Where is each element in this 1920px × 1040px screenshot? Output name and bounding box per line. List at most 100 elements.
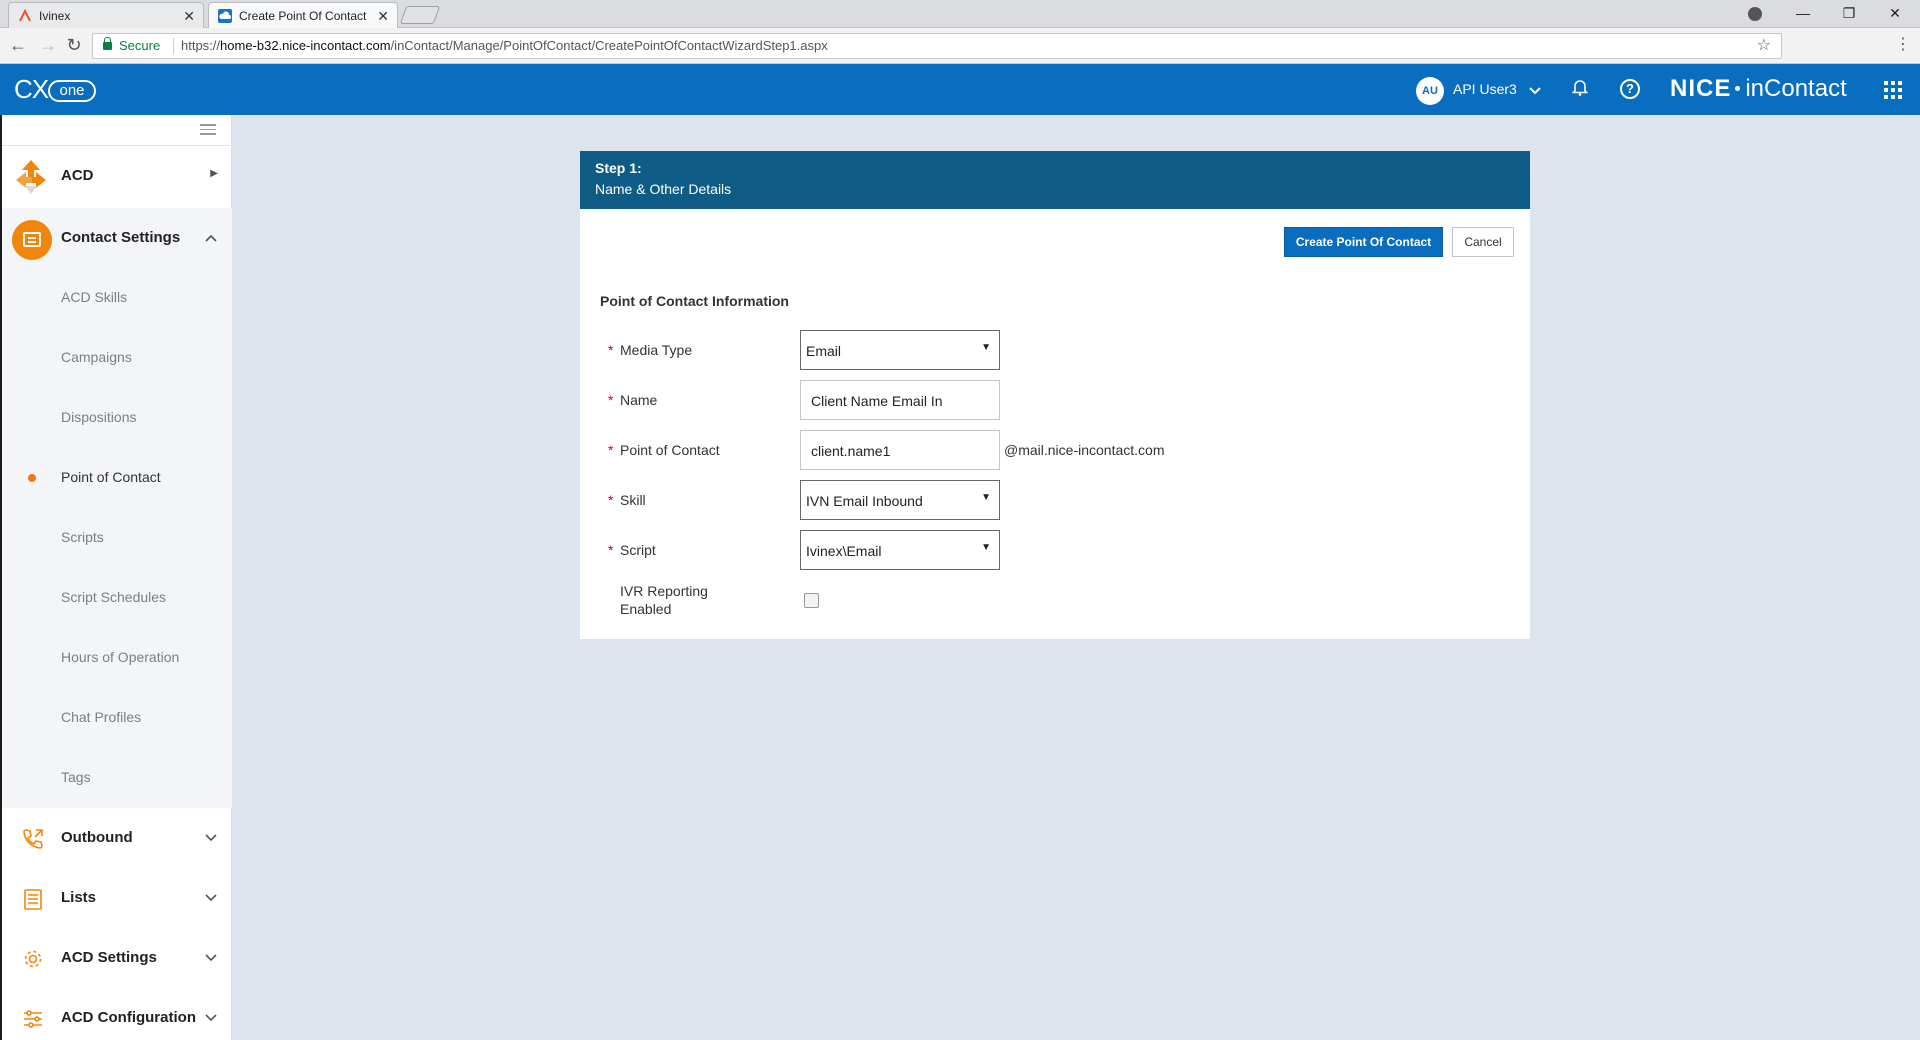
- bell-icon[interactable]: [1572, 78, 1588, 96]
- skill-label: Skill: [620, 492, 646, 508]
- browser-toolbar: ← → ↻ Secure https://home-b32.nice-incon…: [0, 28, 1920, 64]
- required-marker: *: [608, 392, 614, 408]
- ivr-reporting-checkbox[interactable]: [804, 593, 819, 608]
- sidebar-item-label: Point of Contact: [61, 469, 161, 485]
- sidebar-item-label: ACD Settings: [61, 949, 157, 966]
- name-row: * Name Client Name Email In: [580, 380, 1530, 420]
- sidebar-item-acd-configuration[interactable]: ACD Configuration: [2, 988, 232, 1040]
- cancel-button[interactable]: Cancel: [1452, 227, 1514, 257]
- avatar[interactable]: AU: [1416, 77, 1444, 105]
- skill-select[interactable]: IVN Email Inbound ▼: [800, 480, 1000, 520]
- minimize-icon[interactable]: —: [1780, 0, 1826, 28]
- ivinex-favicon-icon: [19, 9, 31, 22]
- bookmark-star-icon[interactable]: ☆: [1757, 34, 1771, 58]
- sidebar-item-label: Lists: [61, 889, 97, 906]
- address-bar[interactable]: Secure https://home-b32.nice-incontact.c…: [92, 33, 1782, 59]
- tab-label: Create Point Of Contact: [239, 9, 367, 23]
- select-value: Ivinex\Email: [806, 543, 882, 559]
- point-of-contact-row: * Point of Contact client.name1 @mail.ni…: [580, 430, 1530, 470]
- chevron-down-icon[interactable]: [1528, 84, 1542, 98]
- sidebar-item-label: Campaigns: [61, 349, 132, 365]
- window-close-icon[interactable]: ✕: [1872, 0, 1918, 28]
- sidebar-item-label: Script Schedules: [61, 589, 167, 605]
- forward-arrow-icon[interactable]: →: [36, 34, 60, 58]
- section-title: Point of Contact Information: [600, 293, 789, 309]
- gear-icon: [24, 950, 42, 968]
- sidebar-item-hours-of-operation[interactable]: Hours of Operation: [2, 628, 232, 688]
- wizard-body: Create Point Of Contact Cancel Point of …: [580, 209, 1530, 639]
- sidebar-item-outbound[interactable]: Outbound: [2, 808, 232, 868]
- sidebar-item-dispositions[interactable]: Dispositions: [2, 388, 232, 448]
- brand-cx: CX: [14, 74, 49, 104]
- restore-icon[interactable]: ❐: [1826, 0, 1872, 28]
- media-type-label: Media Type: [620, 342, 693, 358]
- nice-incontact-logo: NICE inContact: [1670, 75, 1847, 103]
- sidebar-item-acd-skills[interactable]: ACD Skills: [2, 268, 232, 328]
- sidebar-item-label: ACD Skills: [61, 289, 128, 305]
- url-path: /inContact/Manage/PointOfContact/CreateP…: [390, 38, 828, 53]
- required-marker: *: [608, 442, 614, 458]
- chevron-down-icon: [205, 954, 217, 962]
- name-input[interactable]: Client Name Email In: [800, 380, 1000, 420]
- point-of-contact-input[interactable]: client.name1: [800, 430, 1000, 470]
- script-select[interactable]: Ivinex\Email ▼: [800, 530, 1000, 570]
- contact-settings-submenu: ACD Skills Campaigns Dispositions Point …: [2, 268, 232, 808]
- phone-outbound-icon: [23, 829, 43, 849]
- sidebar-item-acd[interactable]: ACD ▶: [2, 146, 232, 206]
- browser-menu-icon[interactable]: ⋮: [1893, 34, 1913, 54]
- logo-dot: [1735, 86, 1741, 91]
- wizard-header: Step 1: Name & Other Details: [580, 151, 1530, 209]
- select-value: IVN Email Inbound: [806, 493, 923, 509]
- sidebar-item-scripts[interactable]: Scripts: [2, 508, 232, 568]
- sidebar-item-label: Contact Settings: [61, 229, 181, 246]
- url-text: https://home-b32.nice-incontact.com/inCo…: [181, 34, 828, 58]
- chevron-down-icon: [205, 834, 217, 842]
- help-icon[interactable]: ?: [1620, 79, 1640, 99]
- sidebar-item-acd-settings[interactable]: ACD Settings: [2, 928, 232, 988]
- create-point-of-contact-button[interactable]: Create Point Of Contact: [1284, 227, 1443, 257]
- ivr-reporting-label: IVR Reporting Enabled: [620, 583, 708, 617]
- app-header: CX one AU API User3 ? NICE inContact: [0, 64, 1920, 115]
- chevron-down-icon: [205, 894, 217, 902]
- apps-grid-icon[interactable]: [1884, 81, 1902, 99]
- sidebar-item-point-of-contact[interactable]: Point of Contact: [2, 448, 232, 508]
- close-icon[interactable]: ✕: [183, 3, 195, 29]
- sidebar-item-contact-settings[interactable]: Contact Settings: [2, 208, 232, 268]
- username[interactable]: API User3: [1453, 81, 1517, 97]
- dropdown-caret-icon: ▼: [981, 542, 991, 553]
- script-row: * Script Ivinex\Email ▼: [580, 530, 1530, 570]
- media-type-row: * Media Type Email ▼: [580, 330, 1530, 370]
- media-type-select[interactable]: Email ▼: [800, 330, 1000, 370]
- url-scheme: https://: [181, 38, 221, 53]
- sidebar-item-campaigns[interactable]: Campaigns: [2, 328, 232, 388]
- skill-row: * Skill IVN Email Inbound ▼: [580, 480, 1530, 520]
- profile-icon[interactable]: [1748, 7, 1762, 21]
- tab-create-point-of-contact[interactable]: Create Point Of Contact ✕: [208, 2, 398, 28]
- cloud-favicon-icon: [218, 9, 232, 23]
- sidebar-collapse-icon[interactable]: [200, 124, 216, 136]
- sidebar-item-chat-profiles[interactable]: Chat Profiles: [2, 688, 232, 748]
- sidebar-item-tags[interactable]: Tags: [2, 748, 232, 808]
- reload-icon[interactable]: ↻: [62, 34, 86, 58]
- ivr-reporting-row: IVR Reporting Enabled: [580, 580, 1530, 620]
- script-label: Script: [620, 542, 656, 558]
- required-marker: *: [608, 542, 614, 558]
- close-icon[interactable]: ✕: [377, 3, 389, 29]
- active-indicator-dot: [28, 474, 36, 482]
- required-marker: *: [608, 342, 614, 358]
- sidebar: ACD ▶ Contact Settings ACD Skills Campai…: [0, 115, 232, 1040]
- new-tab-button[interactable]: [399, 6, 441, 24]
- nice-logo-text: NICE: [1670, 75, 1732, 102]
- sidebar-item-label: ACD: [61, 167, 94, 184]
- tab-ivinex[interactable]: Ivinex ✕: [8, 2, 204, 28]
- sidebar-item-script-schedules[interactable]: Script Schedules: [2, 568, 232, 628]
- email-domain-suffix: @mail.nice-incontact.com: [1004, 442, 1165, 458]
- lock-icon: [103, 37, 112, 50]
- sidebar-item-lists[interactable]: Lists: [2, 868, 232, 928]
- sidebar-item-label: Scripts: [61, 529, 104, 545]
- back-arrow-icon[interactable]: ←: [6, 34, 30, 58]
- required-marker: *: [608, 492, 614, 508]
- sidebar-item-label: Chat Profiles: [61, 709, 142, 725]
- input-value: Client Name Email In: [811, 393, 943, 409]
- cxone-logo[interactable]: CX one: [14, 74, 98, 106]
